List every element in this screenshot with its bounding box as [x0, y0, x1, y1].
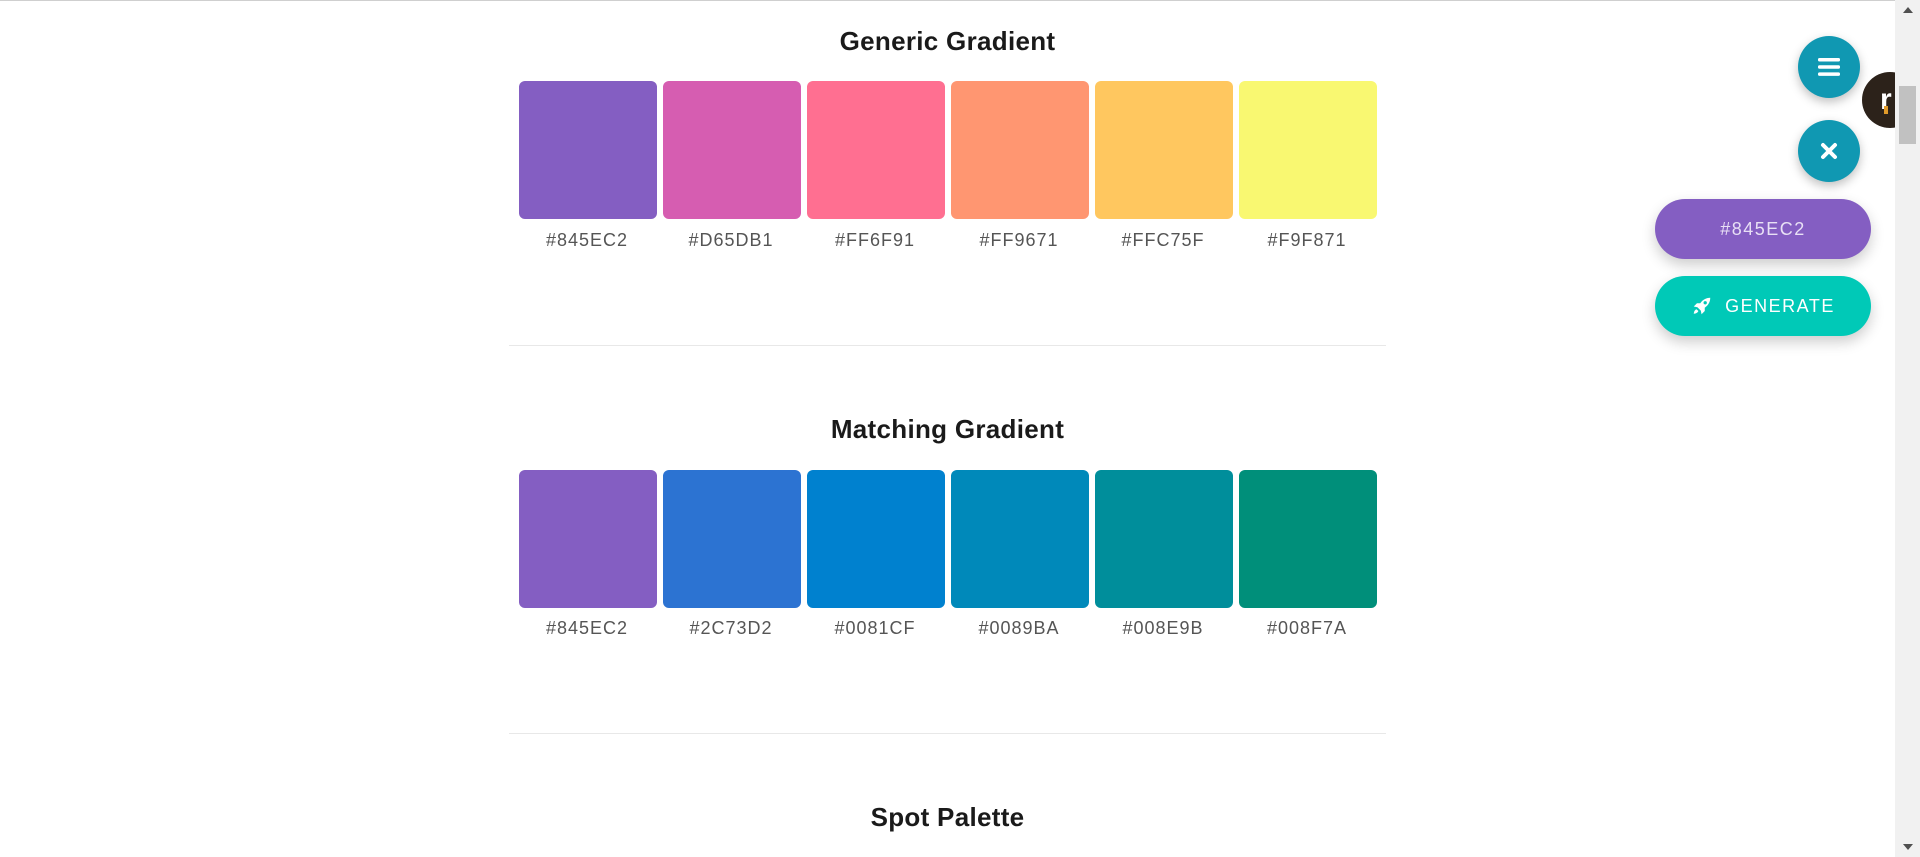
generate-label: GENERATE: [1725, 295, 1835, 316]
swatch-hex-label[interactable]: #2C73D2: [659, 616, 803, 640]
section-matching-gradient: Matching Gradient #845EC2 #2C73D2 #0081CF #…: [509, 412, 1386, 640]
color-swatch[interactable]: [519, 81, 657, 219]
selected-color-label: #845EC2: [1720, 218, 1806, 239]
section-divider: [509, 345, 1386, 346]
swatch-hex-label[interactable]: #008E9B: [1091, 616, 1235, 640]
scroll-up-arrow-icon[interactable]: [1895, 0, 1920, 20]
close-icon: [1821, 143, 1837, 159]
color-swatch[interactable]: [663, 81, 801, 219]
swatch-hex-label[interactable]: #845EC2: [515, 616, 659, 640]
color-swatch[interactable]: [1239, 470, 1377, 608]
selected-color-button[interactable]: #845EC2: [1655, 199, 1871, 259]
hex-row: #845EC2 #2C73D2 #0081CF #0089BA #008E9B #008F…: [509, 616, 1386, 640]
section-divider: [509, 733, 1386, 734]
section-title: Generic Gradient: [839, 26, 1056, 56]
swatch-hex-label[interactable]: #008F7A: [1235, 616, 1379, 640]
section-spot-palette: Spot Palette: [509, 800, 1386, 834]
swatch-hex-label[interactable]: #FFC75F: [1091, 228, 1235, 252]
color-swatch[interactable]: [519, 470, 657, 608]
hamburger-menu-icon: [1818, 58, 1840, 76]
section-title: Matching Gradient: [830, 414, 1065, 444]
swatch-hex-label[interactable]: #FF9671: [947, 228, 1091, 252]
swatch-hex-label[interactable]: #0081CF: [803, 616, 947, 640]
swatch-hex-label[interactable]: #845EC2: [515, 228, 659, 252]
color-swatch[interactable]: [1095, 470, 1233, 608]
swatch-row: [509, 470, 1386, 610]
color-swatch[interactable]: [951, 81, 1089, 219]
rocket-icon: [1691, 295, 1713, 317]
swatch-hex-label[interactable]: #FF6F91: [803, 228, 947, 252]
section-generic-gradient: Generic Gradient #845EC2 #D65DB1 #FF6F91 #F…: [509, 24, 1386, 252]
color-swatch[interactable]: [1239, 81, 1377, 219]
close-button[interactable]: [1798, 120, 1860, 182]
swatch-hex-label[interactable]: #F9F871: [1235, 228, 1379, 252]
color-swatch[interactable]: [1095, 81, 1233, 219]
color-swatch[interactable]: [807, 470, 945, 608]
swatch-hex-label[interactable]: #D65DB1: [659, 228, 803, 252]
color-swatch[interactable]: [807, 81, 945, 219]
color-swatch[interactable]: [951, 470, 1089, 608]
scroll-down-arrow-icon[interactable]: [1895, 837, 1920, 857]
color-swatch[interactable]: [663, 470, 801, 608]
hex-row: #845EC2 #D65DB1 #FF6F91 #FF9671 #FFC75F #F9F8…: [509, 228, 1386, 252]
palette-page: Generic Gradient #845EC2 #D65DB1 #FF6F91 #F…: [0, 0, 1895, 857]
avatar-accent: [1884, 106, 1888, 114]
scrollbar-thumb[interactable]: [1899, 86, 1916, 144]
swatch-hex-label[interactable]: #0089BA: [947, 616, 1091, 640]
section-title: Spot Palette: [870, 802, 1025, 832]
generate-button[interactable]: GENERATE: [1655, 276, 1871, 336]
scrollbar[interactable]: [1895, 0, 1920, 857]
swatch-row: [509, 81, 1386, 221]
menu-button[interactable]: [1798, 36, 1860, 98]
